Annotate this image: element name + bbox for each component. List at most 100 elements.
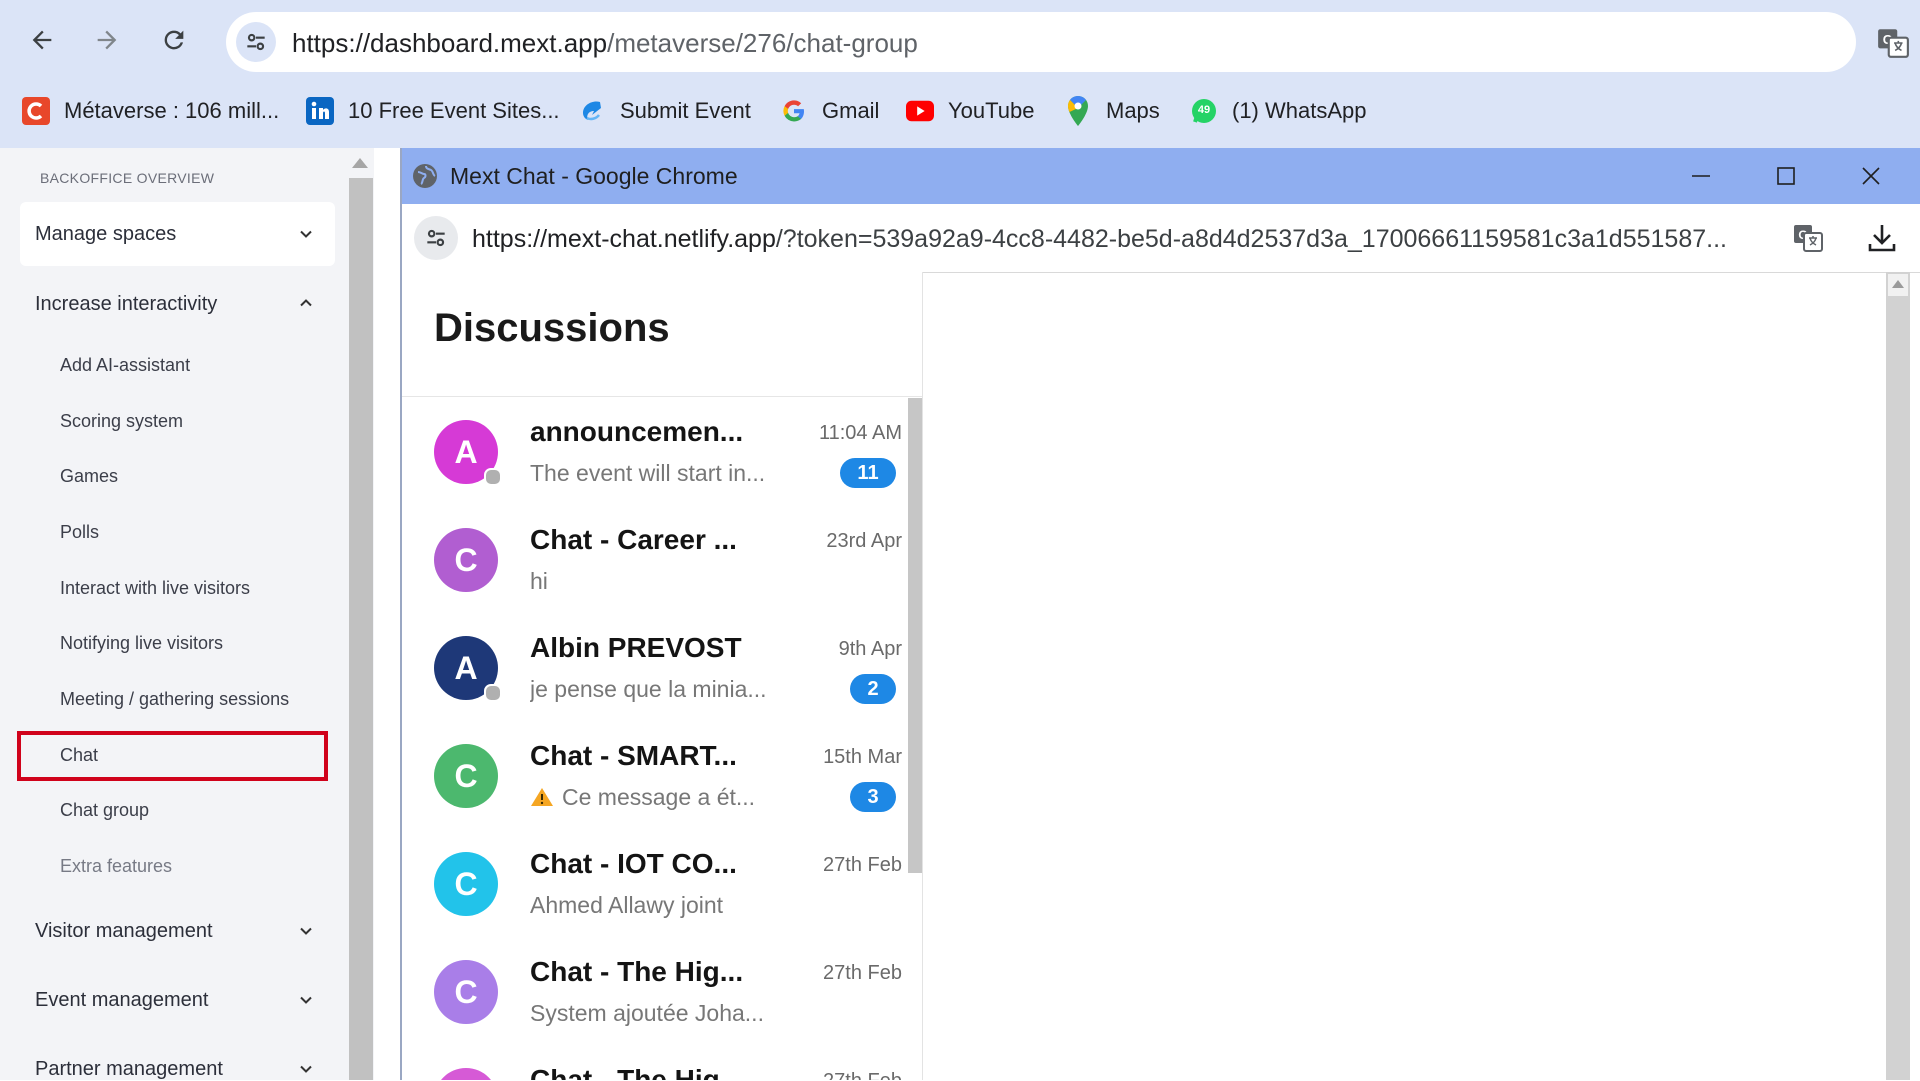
sidebar-item-meeting-sessions[interactable]: Meeting / gathering sessions (60, 689, 289, 710)
popup-url-host: https://mext-chat.netlify.app (472, 225, 776, 253)
unread-badge: 2 (850, 674, 896, 704)
conversation-preview: hi (530, 568, 548, 594)
unread-badge: 11 (840, 458, 896, 488)
sidebar-item-interact-live-visitors[interactable]: Interact with live visitors (60, 578, 250, 599)
bookmark-label: Gmail (822, 98, 880, 123)
conversation-item[interactable]: A Albin PREVOST 9th Apr je pense que la … (402, 614, 902, 722)
conversation-name: Chat - The Hig... (530, 956, 744, 987)
address-url[interactable]: https://dashboard.mext.app/metaverse/276… (292, 28, 918, 59)
presence-dot (484, 684, 502, 702)
conversation-item[interactable]: C Chat - SMART... 15th Mar Ce message a … (402, 722, 902, 830)
bookmark-whatsapp[interactable]: 49 (1) WhatsApp (1190, 88, 1367, 134)
translate-icon[interactable]: G (1792, 222, 1824, 254)
scroll-up-arrow-icon[interactable] (352, 158, 368, 168)
conversation-item[interactable]: C Chat - The Hig... 27th Feb (402, 1046, 902, 1080)
bookmark-gmail[interactable]: Gmail (780, 88, 879, 134)
sidebar-group-label: Manage spaces (35, 223, 177, 245)
bookmark-metaverse[interactable]: Métaverse : 106 mill... (22, 88, 279, 134)
sidebar-group-partner-management[interactable]: Partner management (35, 1058, 223, 1081)
conversation-name: Chat - IOT CO... (530, 848, 737, 879)
sidebar-group-increase-interactivity[interactable]: Increase interactivity (35, 293, 217, 316)
bookmark-free-event-sites[interactable]: 10 Free Event Sites... (306, 88, 560, 134)
chevron-down-icon[interactable] (300, 925, 312, 937)
bookmark-submit-event[interactable]: Submit Event (578, 88, 751, 134)
sidebar-item-extra-features[interactable]: Extra features (60, 856, 172, 877)
reload-icon (164, 30, 184, 50)
sidebar-group-visitor-management[interactable]: Visitor management (35, 920, 213, 943)
conversation-item[interactable]: C Chat - The Hig... 27th Feb System ajou… (402, 938, 902, 1046)
discussions-divider (402, 396, 922, 397)
bookmark-youtube[interactable]: YouTube (906, 88, 1034, 134)
address-path: /metaverse/276/chat-group (607, 28, 918, 58)
chevron-down-icon[interactable] (300, 228, 312, 240)
avatar: C (434, 1068, 498, 1080)
sidebar-item-chat[interactable]: Chat (60, 745, 98, 766)
scroll-up-arrow-icon (1892, 280, 1904, 288)
sidebar-item-notifying-live-visitors[interactable]: Notifying live visitors (60, 633, 223, 654)
sidebar-group-event-management[interactable]: Event management (35, 989, 208, 1012)
conversation-preview: je pense que la minia... (530, 676, 767, 702)
whatsapp-count-badge: 49 (1197, 104, 1211, 116)
site-settings-icon[interactable] (414, 216, 458, 260)
conversation-item[interactable]: A announcemen... 11:04 AM The event will… (402, 398, 902, 506)
forward-arrow-icon (97, 30, 117, 50)
discussions-title: Discussions (434, 306, 670, 350)
popup-url[interactable]: https://mext-chat.netlify.app/?token=539… (472, 225, 1772, 254)
warning-icon (531, 788, 553, 806)
bookmark-label: Submit Event (620, 98, 751, 123)
bookmarks-bar: Métaverse : 106 mill... 10 Free Event Si… (0, 88, 1920, 134)
sidebar-item-chat-group[interactable]: Chat group (60, 800, 149, 821)
bookmark-maps[interactable]: Maps (1064, 88, 1160, 134)
conversation-item[interactable]: C Chat - IOT CO... 27th Feb Ahmed Allawy… (402, 830, 902, 938)
conversation-name: Chat - Career ... (530, 524, 737, 555)
popup-address-bar[interactable]: https://mext-chat.netlify.app/?token=539… (402, 204, 1920, 273)
bookmark-label: YouTube (948, 98, 1035, 123)
avatar: C (434, 852, 498, 916)
popup-url-rest: /?token=539a92a9-4cc8-4482-be5d-a8d4d253… (775, 225, 1727, 253)
maximize-button[interactable] (1764, 156, 1808, 196)
conversation-preview: System ajoutée Joha... (530, 1000, 764, 1026)
conversation-time: 11:04 AM (818, 422, 902, 444)
reload-button[interactable] (152, 18, 196, 62)
avatar: C (434, 744, 498, 808)
chat-area-scrollbar[interactable] (1886, 272, 1910, 1080)
address-bar[interactable]: https://dashboard.mext.app/metaverse/276… (226, 12, 1856, 72)
site-settings-icon[interactable] (236, 22, 276, 62)
browser-toolbar: https://dashboard.mext.app/metaverse/276… (0, 0, 1920, 148)
chevron-up-icon[interactable] (300, 297, 312, 309)
avatar: C (434, 528, 498, 592)
forward-button[interactable] (85, 18, 129, 62)
download-icon[interactable] (1866, 222, 1898, 254)
popup-window-title: Mext Chat - Google Chrome (450, 163, 738, 189)
translate-icon[interactable]: G (1876, 26, 1910, 60)
back-arrow-icon (32, 30, 52, 50)
chevron-down-icon[interactable] (300, 994, 312, 1006)
youtube-icon (906, 97, 934, 125)
conversation-name: announcemen... (530, 416, 744, 447)
conversation-item[interactable]: C Chat - Career ... 23rd Apr hi (402, 506, 902, 614)
close-window-button[interactable] (1849, 156, 1893, 196)
chat-popup-window: Mext Chat - Google Chrome https://mext-c… (400, 148, 1920, 1080)
sidebar-item-scoring-system[interactable]: Scoring system (60, 411, 183, 432)
conversation-time: 27th Feb (823, 854, 902, 876)
sidebar-item-polls[interactable]: Polls (60, 522, 99, 543)
bookmark-label: (1) WhatsApp (1232, 98, 1367, 123)
back-button[interactable] (20, 18, 64, 62)
globe-icon (413, 164, 437, 188)
close-icon (1862, 167, 1880, 185)
page-scrollbar-thumb[interactable] (349, 178, 373, 1080)
minimize-button[interactable] (1679, 156, 1723, 196)
conversation-time: 27th Feb (782, 1070, 902, 1080)
conversation-time: 15th Mar (823, 746, 902, 768)
sidebar-item-add-ai-assistant[interactable]: Add AI-assistant (60, 355, 190, 376)
discussions-panel: Discussions A announcemen... 11:04 AM Th… (402, 272, 923, 1080)
chevron-down-icon[interactable] (300, 1063, 312, 1075)
bookmark-label: 10 Free Event Sites... (348, 98, 560, 123)
submit-event-icon (578, 97, 606, 125)
conversation-preview: Ce message a ét... (562, 784, 756, 810)
conversation-name: Chat - SMART... (530, 740, 737, 771)
conversation-list-scrollbar[interactable] (908, 398, 922, 873)
conversation-name: Chat - The Hig... (530, 1064, 744, 1080)
unread-badge: 3 (850, 782, 896, 812)
sidebar-item-games[interactable]: Games (60, 466, 118, 487)
